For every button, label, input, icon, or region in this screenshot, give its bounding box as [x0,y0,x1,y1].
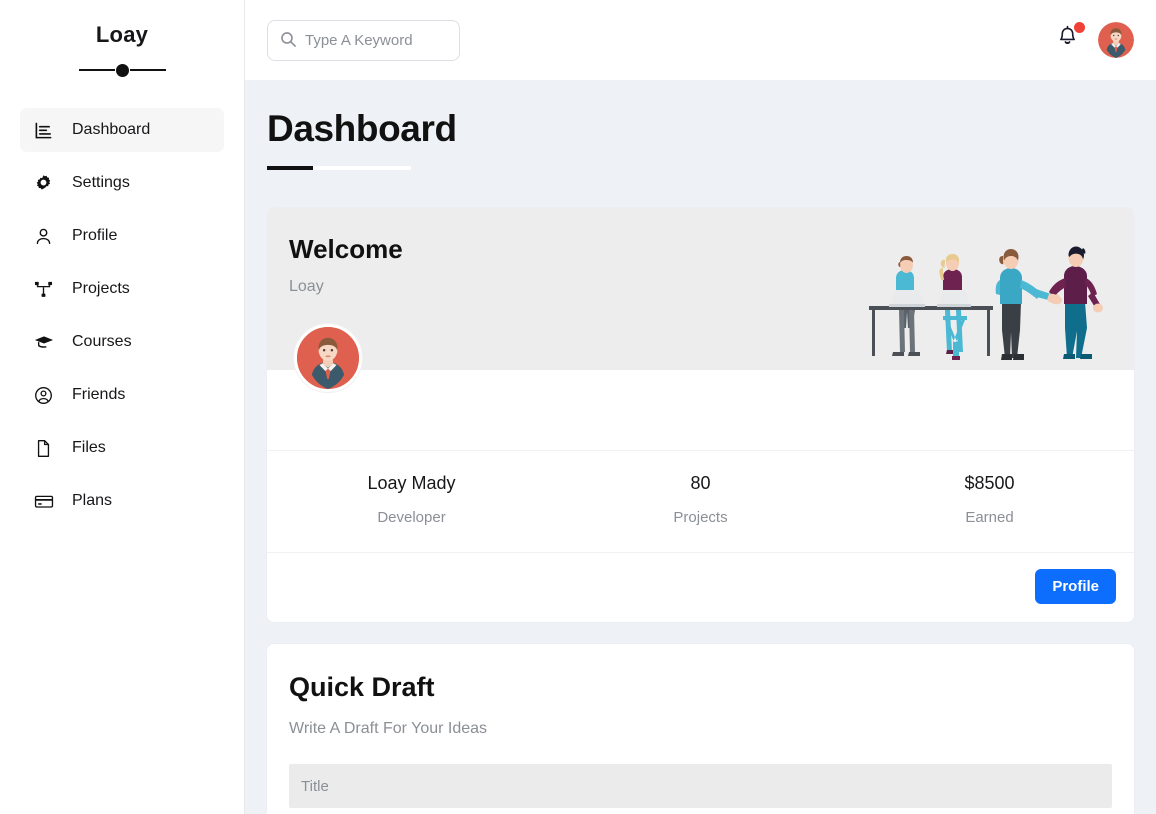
stat-value: $8500 [845,473,1134,494]
quick-draft-title: Quick Draft [289,672,1112,703]
stat-item: $8500 Earned [845,473,1134,526]
sidebar-item-dashboard[interactable]: Dashboard [20,108,224,152]
stat-value: 80 [556,473,845,494]
topbar-actions [1056,22,1134,58]
stat-item: 80 Projects [556,473,845,526]
stat-item: Loay Mady Developer [267,473,556,526]
graduation-cap-icon [34,333,60,352]
quick-draft-card: Quick Draft Write A Draft For Your Ideas [267,644,1134,814]
sidebar-item-label: Profile [72,228,117,244]
stat-label: Projects [556,509,845,526]
quick-draft-subtitle: Write A Draft For Your Ideas [289,720,1112,738]
file-icon [34,439,60,458]
sidebar-item-courses[interactable]: Courses [20,320,224,364]
line-dot-line-divider-icon [70,62,174,78]
page-title-underline [267,166,411,170]
welcome-card-footer: Profile [267,553,1134,622]
notification-badge [1074,22,1085,33]
stat-label: Earned [845,509,1134,526]
credit-card-icon [34,492,60,511]
notification-bell-button[interactable] [1056,25,1082,55]
chart-bar-icon [34,121,60,140]
welcome-card-header: Welcome Loay [267,208,1134,370]
stat-label: Developer [267,509,556,526]
team-handshake-illustration-icon [859,232,1114,370]
topbar [245,0,1156,80]
divider-line-left [79,69,115,71]
brand-logo: Loay [0,22,244,48]
avatar[interactable] [1098,22,1134,58]
avatar[interactable] [294,324,362,392]
divider-line-right [130,69,166,71]
sidebar-item-profile[interactable]: Profile [20,214,224,258]
main-area: Dashboard Welcome Loay [245,0,1156,814]
draft-title-input[interactable] [289,764,1112,808]
sidebar-item-label: Files [72,440,106,456]
sidebar-item-projects[interactable]: Projects [20,267,224,311]
sidebar-item-label: Plans [72,493,112,509]
sitemap-icon [34,280,60,299]
sidebar: Loay Dashboard Settings [0,0,245,814]
search-icon [280,31,297,53]
sidebar-item-label: Friends [72,387,125,403]
search-container [267,20,460,61]
content-scroll-area: Dashboard Welcome Loay [245,80,1156,814]
user-icon [34,227,60,246]
sidebar-nav: Dashboard Settings Profile [0,108,244,523]
profile-button[interactable]: Profile [1035,569,1116,604]
sidebar-item-label: Settings [72,175,130,191]
sidebar-item-label: Dashboard [72,122,150,138]
welcome-stats-row: Loay Mady Developer 80 Projects $8500 Ea… [267,450,1134,553]
page-title: Dashboard [267,108,1134,150]
sidebar-item-friends[interactable]: Friends [20,373,224,417]
welcome-card: Welcome Loay [267,208,1134,622]
divider-dot [116,64,129,77]
sidebar-item-label: Projects [72,281,130,297]
sidebar-item-settings[interactable]: Settings [20,161,224,205]
sidebar-item-files[interactable]: Files [20,426,224,470]
welcome-card-body [267,370,1134,450]
gear-icon [34,174,60,193]
sidebar-item-label: Courses [72,334,132,350]
stat-value: Loay Mady [267,473,556,494]
sidebar-item-plans[interactable]: Plans [20,479,224,523]
user-circle-icon [34,386,60,405]
